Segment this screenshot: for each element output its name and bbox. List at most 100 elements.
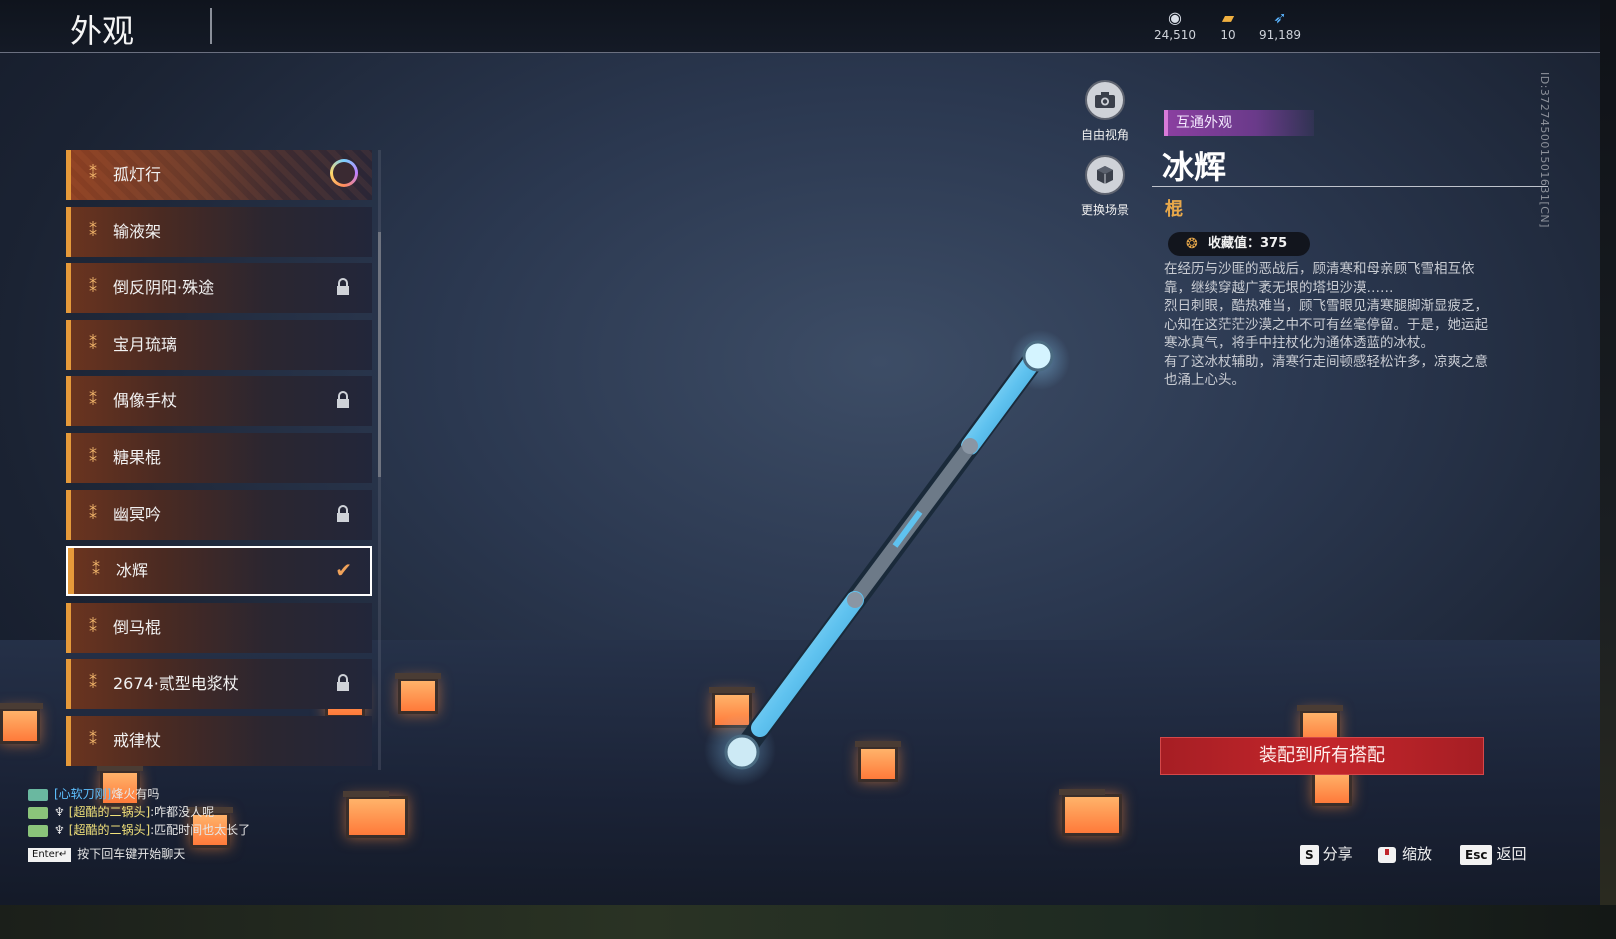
list-item-label: 倒马棍 [113,617,162,637]
top-bar: 外观 ◉ 24,510 ▰ 10 ➶ 91,189 [0,0,1600,53]
chat-sender[interactable]: [超酷的二锅头] [69,805,150,819]
staff-type-icon: ⁑ [89,446,97,466]
list-item[interactable]: ⁑ 偶像手杖 [66,376,372,427]
currency-value: 91,189 [1259,28,1301,42]
list-item[interactable]: ⁑ 2674·贰型电浆杖 [66,659,372,710]
rainbow-ring-icon [330,159,358,187]
list-item-label: 孤灯行 [113,165,162,184]
list-item[interactable]: ⁑ 宝月琉璃 [66,319,372,370]
item-name: 冰辉 [1162,148,1227,186]
title-divider [210,8,212,44]
staff-type-icon: ⁑ [89,164,97,183]
chat-line: [心软刀刚]烽火有吗 [28,785,250,803]
staff-type-icon: ⁑ [89,673,97,693]
chat-channel-icon [28,824,48,837]
chat-sender[interactable]: [超酷的二锅头] [69,823,150,837]
list-item-label: 糖果棍 [113,447,162,467]
list-item-label: 戒律杖 [113,730,162,750]
chat-channel-icon [28,788,48,801]
chat-message: 烽火有吗 [111,787,160,801]
cube-icon [1085,155,1125,195]
name-divider [1152,186,1548,187]
list-item[interactable]: ⁑ 倒反阴阳·殊途 [66,263,372,314]
description-paragraph: 在经历与沙匪的恶战后，顾清寒和母亲顾飞雪相互依靠，继续穿越广袤无垠的塔坦沙漠…… [1164,261,1475,296]
list-item[interactable]: ⁑ 输液架 [66,206,372,257]
description-paragraph: 有了这冰杖辅助，清寒行走间顿感轻松许多，凉爽之意也涌上心头。 [1164,353,1488,389]
mouse-icon [1378,846,1396,863]
guild-emblem-icon: ♆ [54,805,65,819]
lantern-decoration [343,791,408,838]
lock-icon [337,674,349,692]
list-item-label: 偶像手杖 [113,391,178,411]
chat-prompt: 按下回车键开始聊天 [77,847,186,861]
list-item-label: 宝月琉璃 [113,334,178,354]
weapon-model[interactable] [700,320,1080,790]
share-hint[interactable]: S 分享 [1300,843,1353,865]
list-item[interactable]: ⁑ 幽冥吟 [66,489,372,540]
change-scene-label: 更换场景 [1080,203,1129,217]
item-id: ID:372745001501631[CN] [1538,72,1551,228]
list-item[interactable]: ⁑ 戒律杖 [66,715,372,766]
staff-type-icon: ⁑ [89,277,97,297]
chat-channel-icon [28,806,48,819]
chat-line: ♆ [超酷的二锅头]:匹配时间也太长了 [28,821,250,839]
chat-message: :咋都没人呢 [150,805,215,819]
collection-icon: ❂ [1186,236,1198,252]
change-scene-button[interactable]: 更换场景 [1065,155,1145,218]
bottom-edge [0,905,1616,939]
esc-key: Esc [1460,844,1493,865]
lantern-decoration [1309,765,1355,806]
list-item-selected[interactable]: ⁑ 冰辉 ✔ [66,546,372,597]
list-item[interactable]: ⁑ 孤灯行 [66,150,372,200]
list-item-label: 2674·贰型电浆杖 [113,674,239,694]
staff-type-icon: ⁑ [89,390,97,410]
zoom-label: 缩放 [1402,845,1433,863]
collection-value: 收藏值：375 [1208,236,1288,251]
list-item-label: 输液架 [113,221,162,241]
staff-type-icon: ⁑ [89,503,97,523]
chat-input-prompt[interactable]: Enter↵ 按下回车键开始聊天 [28,845,250,863]
share-key: S [1300,844,1319,865]
appearance-list: ⁑ 孤灯行 ⁑ 输液架 ⁑ 倒反阴阳·殊途 ⁑ 宝月琉璃 ⁑ 偶像手杖 ⁑ 糖果… [66,150,372,773]
item-description: 在经历与沙匪的恶战后，顾清寒和母亲顾飞雪相互依靠，继续穿越广袤无垠的塔坦沙漠……… [1164,260,1490,390]
right-edge [1600,0,1616,905]
check-icon: ✔ [335,558,352,583]
chat-line: ♆ [超酷的二锅头]:咋都没人呢 [28,803,250,821]
list-item[interactable]: ⁑ 倒马棍 [66,602,372,653]
camera-icon [1085,80,1125,120]
staff-type-icon: ⁑ [89,729,97,749]
item-type: 棍 [1165,199,1183,220]
staff-type-icon: ⁑ [89,616,97,636]
enter-key: Enter↵ [28,847,72,862]
back-hint[interactable]: Esc 返回 [1460,843,1526,865]
back-label: 返回 [1496,845,1527,863]
staff-type-icon: ⁑ [92,560,100,580]
free-view-label: 自由视角 [1080,128,1129,142]
chat-message: :匹配时间也太长了 [150,823,251,837]
staff-type-icon: ⁑ [89,220,97,240]
lantern-decoration [395,673,441,714]
lantern-decoration [1059,789,1122,836]
equip-all-button[interactable]: 装配到所有搭配 [1160,737,1484,775]
chat-panel: [心软刀刚]烽火有吗 ♆ [超酷的二锅头]:咋都没人呢 ♆ [超酷的二锅头]:匹配时… [28,785,250,863]
free-view-button[interactable]: 自由视角 [1065,80,1145,143]
list-item-label: 倒反阴阳·殊途 [113,278,215,298]
feather-icon: ➶ [1273,8,1287,27]
chat-sender[interactable]: [心软刀刚] [54,787,111,801]
staff-type-icon: ⁑ [89,333,97,353]
lock-icon [337,504,349,522]
list-scrollbar[interactable] [378,232,381,477]
list-item-label: 冰辉 [116,561,149,581]
description-paragraph: 烈日刺眼，酷热难当，顾飞雪眼见清寒腿脚渐显疲乏，心知在这茫茫沙漠之中不可有丝毫停… [1164,298,1488,351]
guild-emblem-icon: ♆ [54,823,65,837]
zoom-hint[interactable]: 缩放 [1378,843,1432,865]
list-item-label: 幽冥吟 [113,504,162,524]
crossplay-tag: 互通外观 [1164,110,1314,136]
lock-icon [337,391,349,409]
list-item[interactable]: ⁑ 糖果棍 [66,432,372,483]
share-label: 分享 [1322,845,1353,863]
page-title: 外观 [70,12,135,50]
lantern-decoration [0,703,43,744]
collection-value-badge: ❂ 收藏值：375 [1168,232,1310,256]
currency-feathers: ➶ 91,189 [1245,8,1315,42]
